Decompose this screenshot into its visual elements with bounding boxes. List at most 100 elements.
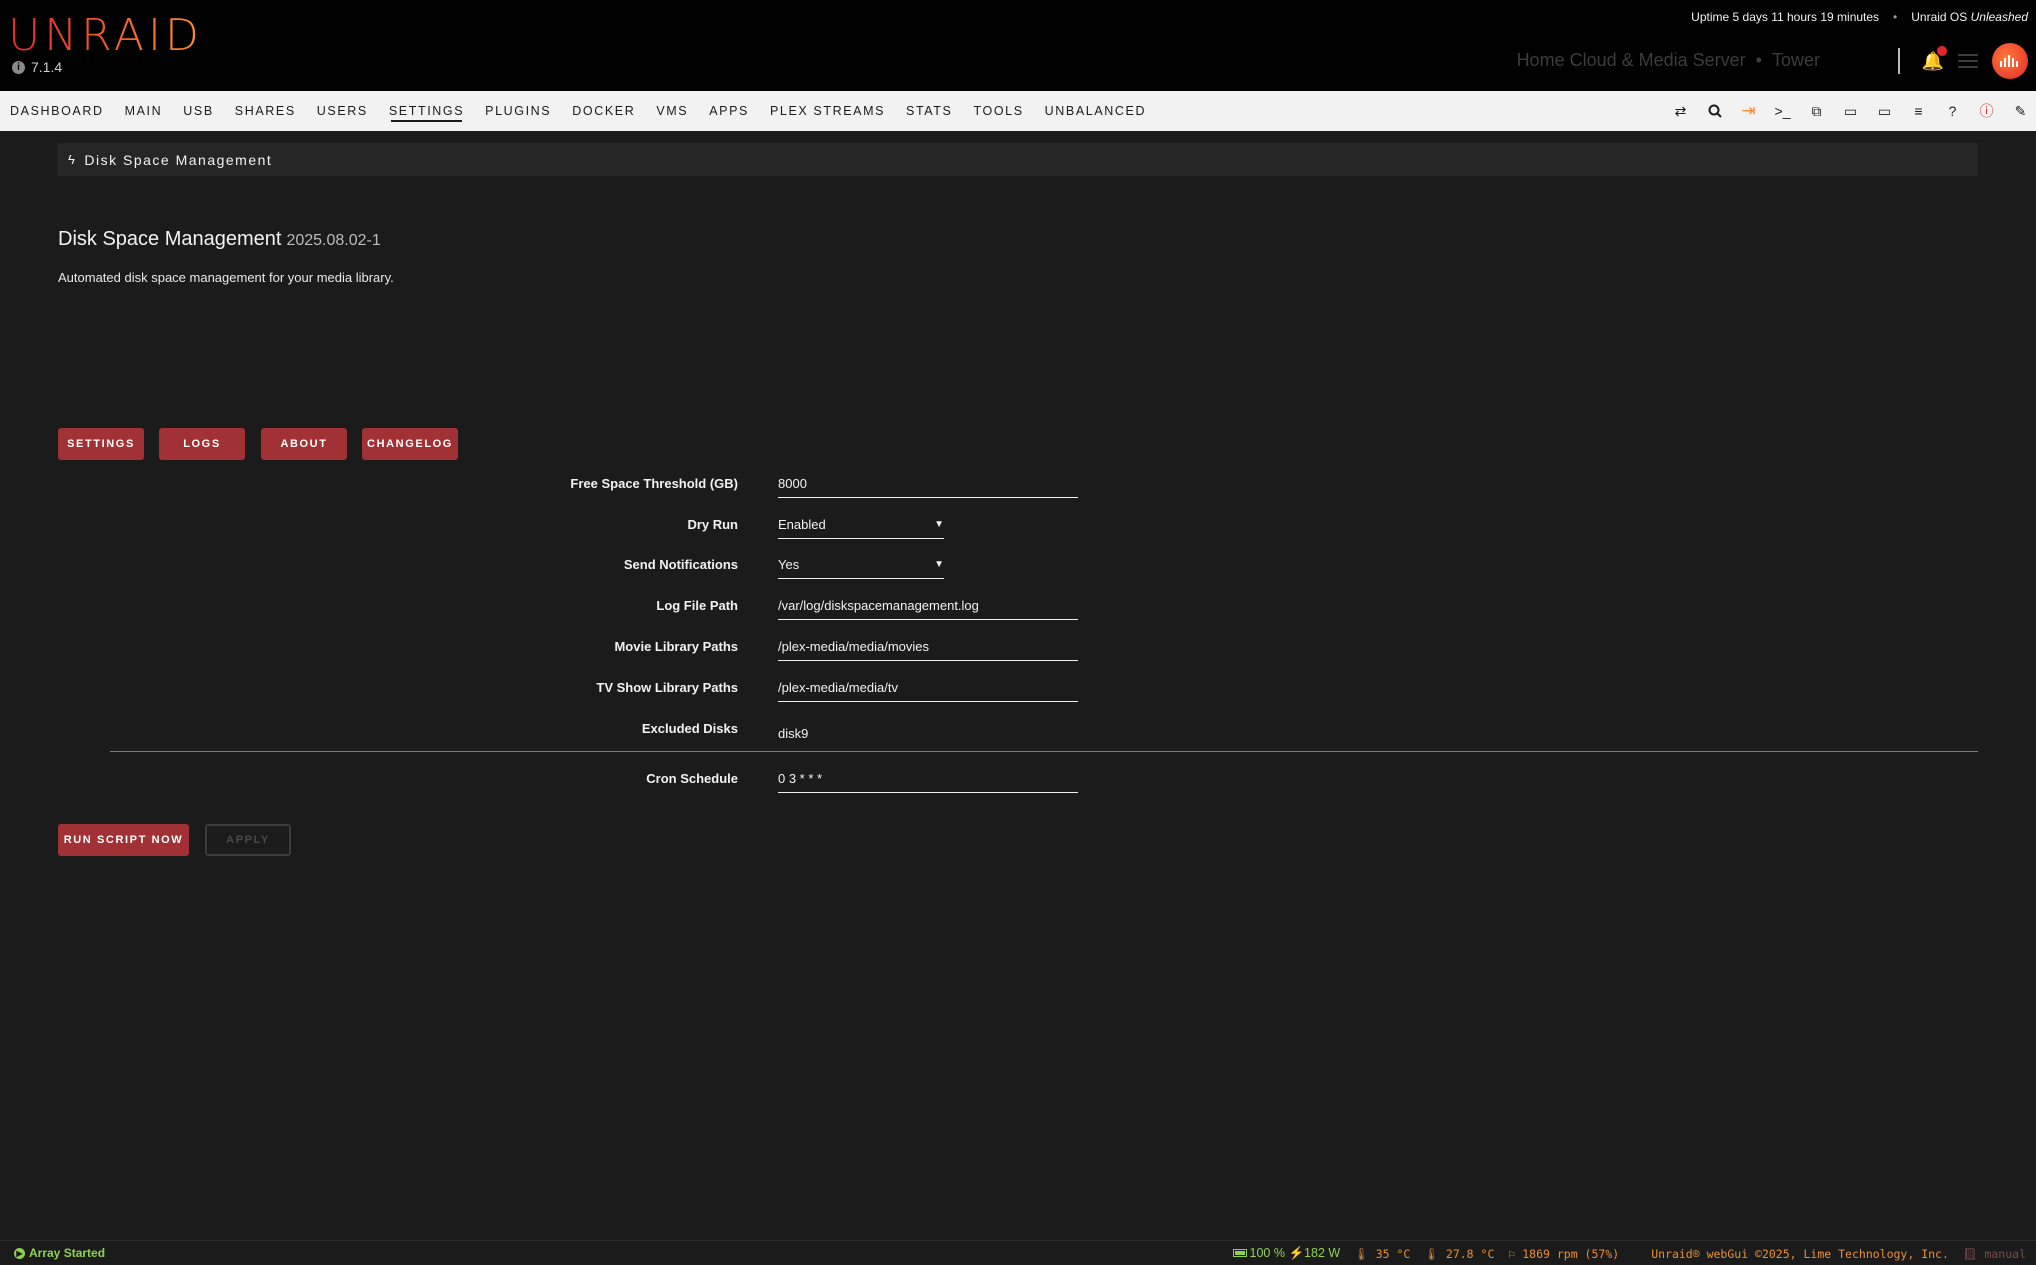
separator-dot: •: [1893, 10, 1898, 24]
dry-run-select[interactable]: Enabled ▼: [778, 517, 944, 539]
apply-button[interactable]: APPLY: [205, 824, 291, 856]
edit-icon[interactable]: ✎: [2013, 103, 2028, 119]
footer-stats: 100 % ⚡182 W 🌡︎ 35 °C 🌡︎ 27.8 °C ⚐ 1869 …: [1232, 1246, 2026, 1261]
movie-paths-input[interactable]: /plex-media/media/movies: [778, 639, 1078, 661]
version-label: 7.1.4: [31, 59, 63, 75]
uptime-text: Uptime 5 days 11 hours 19 minutes: [1691, 10, 1880, 24]
tab-apps[interactable]: APPS: [709, 91, 749, 131]
battery-icon: [1232, 1249, 1247, 1257]
excluded-disks-label: Excluded Disks: [641, 721, 738, 736]
tv-paths-label: TV Show Library Paths: [596, 680, 738, 695]
tab-settings[interactable]: SETTINGS: [389, 91, 464, 131]
tv-paths-input[interactable]: /plex-media/media/tv: [778, 680, 1078, 702]
tab-vms[interactable]: VMS: [656, 91, 688, 131]
info-icon[interactable]: ⓘ: [1979, 103, 1994, 119]
cron-input[interactable]: 0 3 * * *: [778, 771, 1078, 793]
menu-icon[interactable]: [1958, 54, 1978, 68]
ups-status: 100 % ⚡182 W: [1232, 1246, 1341, 1261]
log-path-input[interactable]: /var/log/diskspacemanagement.log: [778, 598, 1078, 620]
logs-button[interactable]: LOGS: [159, 428, 245, 460]
help-icon[interactable]: ?: [1945, 103, 1960, 119]
notifications-select[interactable]: Yes ▼: [778, 557, 944, 579]
plugin-title: Disk Space Management 2025.08.02-1: [58, 228, 381, 251]
tab-users[interactable]: USERS: [317, 91, 368, 131]
search-icon[interactable]: [1707, 104, 1722, 119]
monitor-icon[interactable]: ▭: [1877, 103, 1892, 119]
plugin-version: 2025.08.02-1: [286, 232, 381, 249]
tab-stats[interactable]: STATS: [906, 91, 952, 131]
server-description: Home Cloud & Media Server: [1516, 50, 1746, 70]
nav-tabs: DASHBOARD MAIN USB SHARES USERS SETTINGS…: [10, 91, 1146, 131]
manual-label: manual: [1984, 1246, 2026, 1261]
dry-run-value: Enabled: [778, 517, 826, 532]
power-draw: 182 W: [1304, 1246, 1341, 1260]
divider: [1898, 48, 1900, 74]
tab-main[interactable]: MAIN: [125, 91, 163, 131]
avatar[interactable]: [1992, 43, 2028, 79]
cpu-temp-value: 35 °C: [1375, 1246, 1411, 1261]
notification-badge: [1937, 46, 1947, 56]
log-icon[interactable]: ≡: [1911, 103, 1926, 119]
copy-icon[interactable]: ⧉: [1809, 103, 1824, 119]
dry-run-label: Dry Run: [687, 517, 738, 532]
plugin-description: Automated disk space management for your…: [58, 270, 394, 285]
cron-label: Cron Schedule: [646, 771, 738, 786]
tab-plugins[interactable]: PLUGINS: [485, 91, 551, 131]
notifications-bell-icon[interactable]: 🔔: [1922, 46, 1947, 72]
fan-speed: ⚐ 1869 rpm (57%): [1508, 1247, 1619, 1261]
tab-docker[interactable]: DOCKER: [572, 91, 635, 131]
dropdown-arrow-icon: ▼: [934, 559, 944, 570]
terminal-icon[interactable]: >_: [1775, 103, 1791, 119]
form-divider: [110, 751, 1978, 752]
thermometer-icon: 🌡︎: [1424, 1246, 1439, 1261]
log-path-label: Log File Path: [656, 598, 738, 613]
dropdown-arrow-icon: ▼: [934, 519, 944, 530]
version-info[interactable]: i 7.1.4: [12, 59, 62, 75]
tab-dashboard[interactable]: DASHBOARD: [10, 91, 104, 131]
plugin-name: Disk Space Management: [58, 228, 282, 250]
footer: ▶ Array Started 100 % ⚡182 W 🌡︎ 35 °C 🌡︎…: [0, 1240, 2036, 1265]
manual-link[interactable]: 📕︎ manual: [1963, 1247, 2026, 1261]
movie-paths-label: Movie Library Paths: [614, 639, 738, 654]
play-icon: ▶: [14, 1247, 25, 1259]
switch-icon[interactable]: ⇄: [1673, 103, 1688, 119]
battery-level: 100 %: [1249, 1246, 1285, 1260]
settings-button[interactable]: SETTINGS: [58, 428, 144, 460]
logout-icon[interactable]: ⇥: [1741, 101, 1756, 120]
os-label-text: Unraid OS: [1911, 10, 1968, 24]
excluded-disks-select[interactable]: disk9: [778, 726, 1078, 747]
thermometer-icon: 🌡︎: [1354, 1246, 1369, 1261]
tab-plex-streams[interactable]: PLEX STREAMS: [770, 91, 885, 131]
tab-usb[interactable]: USB: [183, 91, 214, 131]
os-label: Unraid OS Unleashed: [1911, 10, 2028, 24]
board-temp-value: 27.8 °C: [1445, 1246, 1495, 1261]
tab-shares[interactable]: SHARES: [235, 91, 296, 131]
feedback-icon[interactable]: ▭: [1843, 103, 1858, 119]
info-icon[interactable]: i: [12, 60, 25, 74]
array-status-text: Array Started: [29, 1246, 106, 1260]
fan-icon: ⚐: [1508, 1246, 1516, 1261]
notifications-label: Send Notifications: [623, 557, 738, 572]
server-name: Tower: [1771, 50, 1820, 70]
nav-icons: ⇄ ⇥ >_ ⧉ ▭ ▭ ≡ ? ⓘ ✎: [1673, 91, 2028, 131]
free-space-input[interactable]: 8000: [778, 476, 1078, 498]
section-title-bar: ϟ Disk Space Management: [58, 143, 1978, 176]
section-title: Disk Space Management: [84, 151, 273, 168]
cpu-temp: 🌡︎ 35 °C: [1354, 1247, 1410, 1261]
tab-tools[interactable]: TOOLS: [973, 91, 1023, 131]
bolt-icon: ϟ: [68, 152, 77, 167]
main-nav: DASHBOARD MAIN USB SHARES USERS SETTINGS…: [0, 91, 2036, 131]
book-icon: 📕︎: [1962, 1246, 1978, 1261]
notifications-value: Yes: [778, 557, 800, 572]
power-icon: ⚡: [1288, 1246, 1305, 1260]
header-controls: 🔔: [1898, 43, 2028, 79]
about-button[interactable]: ABOUT: [261, 428, 347, 460]
changelog-button[interactable]: CHANGELOG: [362, 428, 458, 460]
free-space-label: Free Space Threshold (GB): [570, 476, 738, 491]
copyright: Unraid® webGui ©2025, Lime Technology, I…: [1651, 1246, 1949, 1261]
run-script-button[interactable]: RUN SCRIPT NOW: [58, 824, 189, 856]
unraid-logo[interactable]: UNRAID: [8, 10, 203, 62]
tab-unbalanced[interactable]: UNBALANCED: [1045, 91, 1146, 131]
os-edition: Unleashed: [1970, 10, 2028, 24]
fan-speed-value: 1869 rpm (57%): [1522, 1246, 1620, 1261]
